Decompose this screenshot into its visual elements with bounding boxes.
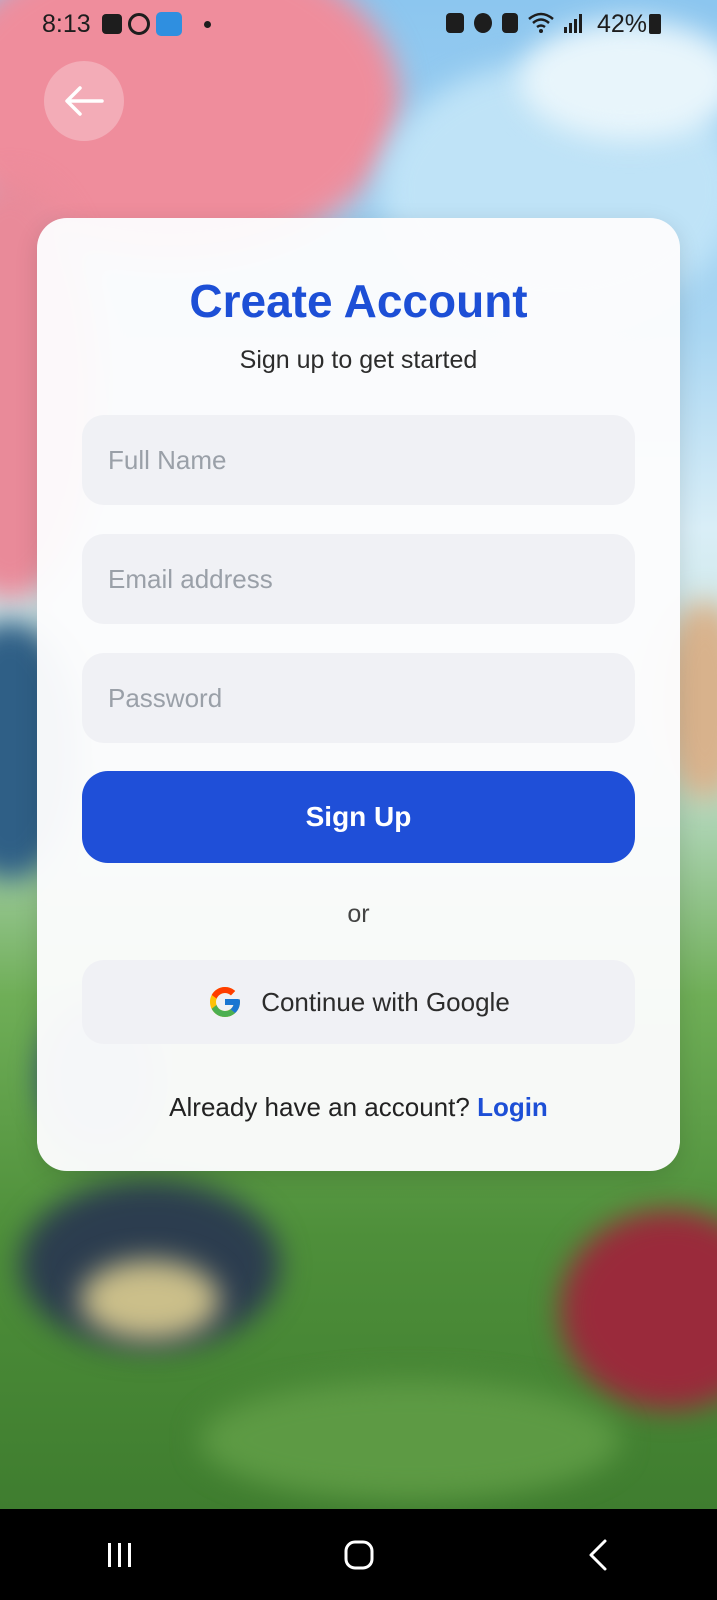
battery-icon — [649, 14, 661, 34]
google-icon — [210, 987, 241, 1017]
login-link[interactable]: Login — [477, 1092, 548, 1122]
recents-icon — [107, 1542, 131, 1567]
arrow-left-icon — [65, 86, 104, 116]
page-subtitle: Sign up to get started — [239, 346, 478, 374]
more-notifications-dot-icon — [204, 20, 211, 28]
system-nav-bar — [0, 1509, 717, 1600]
status-bar: 8:13 42% — [0, 0, 717, 48]
nav-back-button[interactable] — [558, 1525, 638, 1585]
google-button-label: Continue with Google — [261, 986, 510, 1017]
password-input[interactable] — [82, 653, 635, 743]
continue-with-google-button[interactable]: Continue with Google — [82, 960, 635, 1044]
sign-up-label: Sign Up — [305, 801, 412, 832]
battery-percent: 42% — [596, 10, 647, 38]
sign-up-button[interactable]: Sign Up — [82, 771, 635, 863]
or-divider: or — [347, 900, 370, 928]
lock-icon — [446, 13, 464, 33]
page-title: Create Account — [189, 275, 528, 327]
wifi-icon — [528, 12, 554, 33]
system-icons — [446, 12, 582, 34]
gallery-icon — [102, 14, 122, 34]
notification-icons — [102, 12, 211, 36]
signal-icon — [564, 13, 582, 33]
login-prompt-row: Already have an account? Login — [37, 1092, 680, 1123]
home-button[interactable] — [319, 1525, 399, 1585]
email-input[interactable] — [82, 534, 635, 624]
back-chevron-icon — [589, 1539, 606, 1570]
home-icon — [344, 1540, 373, 1569]
full-name-input[interactable] — [82, 415, 635, 505]
recents-button[interactable] — [80, 1525, 160, 1585]
whatsapp-icon — [128, 13, 150, 35]
app-notification-icon — [156, 12, 182, 36]
back-button[interactable] — [44, 61, 124, 141]
login-prompt: Already have an account? — [169, 1092, 470, 1122]
alarm-icon — [474, 13, 492, 33]
status-time: 8:13 — [42, 10, 91, 38]
mute-icon — [502, 13, 518, 33]
signup-card: Create Account Sign up to get started Si… — [37, 218, 680, 1171]
